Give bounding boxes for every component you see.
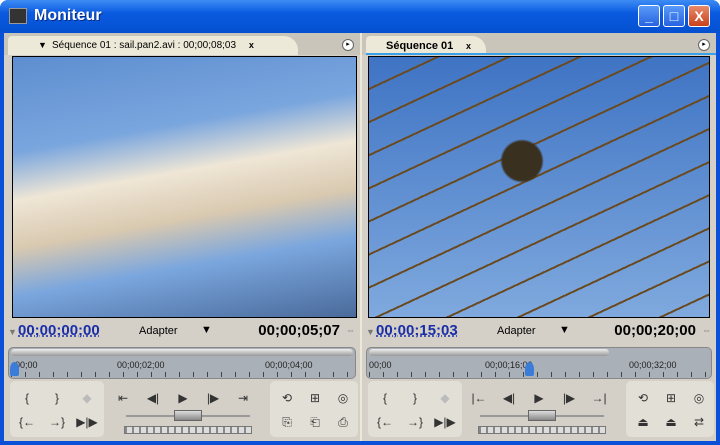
zoom-scroll-bar[interactable]	[11, 349, 353, 356]
source-video-frame	[12, 56, 357, 318]
maximize-button[interactable]: □	[663, 5, 685, 27]
step-forward-button[interactable]: |▶	[202, 389, 224, 407]
play-button[interactable]: ▶	[528, 389, 550, 407]
ruler-label: 00;00	[369, 360, 392, 370]
export-frame-button[interactable]: ⎙	[332, 413, 354, 431]
extract-button[interactable]: ⏏	[660, 413, 682, 431]
shuttle-knob[interactable]	[528, 410, 556, 421]
jog-wheel[interactable]	[478, 426, 606, 434]
panel-menu-button[interactable]: ▸	[342, 39, 354, 51]
close-tab-icon[interactable]: x	[249, 40, 254, 50]
goto-next-edit-button[interactable]: →|	[588, 389, 610, 407]
zoom-scroll-bar[interactable]	[369, 349, 609, 356]
fit-dropdown-icon[interactable]: ▼	[559, 324, 570, 336]
program-tab-bar: Séquence 01 x ▸	[362, 33, 716, 55]
source-fit-select[interactable]: Adapter	[139, 325, 178, 337]
source-tab-bar: ▼ Séquence 01 : sail.pan2.avi : 00;00;08…	[4, 33, 360, 55]
ruler-ticks	[369, 372, 709, 377]
app-icon	[9, 8, 27, 24]
minimize-button[interactable]: _	[638, 5, 660, 27]
ruler-ticks	[11, 372, 353, 377]
jog-wheel[interactable]	[124, 426, 252, 434]
monitor-window: Moniteur _ □ X ▼ Séquence 01 : sail.pan2…	[0, 0, 720, 445]
overlay-button[interactable]: ⎗	[304, 413, 326, 431]
program-tab-label: Séquence 01	[386, 40, 454, 52]
program-controls: { } ◆ {← →} ▶|▶ |← ◀| ▶ |▶ →| ⟲ ⊞ ◎ ⏏ ⏏ …	[366, 381, 714, 437]
panel-menu-button[interactable]: ▸	[698, 39, 710, 51]
step-forward-button[interactable]: |▶	[558, 389, 580, 407]
insert-button[interactable]: ⎘	[276, 413, 298, 431]
program-current-timecode[interactable]: 00;00;15;03	[376, 322, 458, 339]
goto-in-button[interactable]: {←	[374, 413, 396, 431]
monitor-client: ▼ Séquence 01 : sail.pan2.avi : 00;00;08…	[4, 33, 716, 441]
mark-out-button[interactable]: }	[46, 389, 68, 407]
goto-out-button[interactable]: →}	[46, 413, 68, 431]
program-time-ruler[interactable]: 00;00 00;00;16;00 00;00;32;00	[366, 347, 712, 379]
lift-button[interactable]: ⏏	[632, 413, 654, 431]
ruler-label: 00;00;04;00	[265, 360, 313, 370]
duration-icon: ⇔	[702, 325, 711, 335]
source-clip-dropdown-icon[interactable]: ▼	[38, 40, 47, 50]
program-video-frame	[368, 56, 710, 318]
goto-in-button[interactable]: {←	[16, 413, 38, 431]
step-to-out-button[interactable]: ⇥	[232, 389, 254, 407]
source-monitor: ▼ Séquence 01 : sail.pan2.avi : 00;00;08…	[4, 33, 360, 441]
loop-button[interactable]: ⟲	[276, 389, 298, 407]
window-title: Moniteur	[34, 7, 102, 24]
mark-out-button[interactable]: }	[404, 389, 426, 407]
safe-margins-button[interactable]: ⊞	[660, 389, 682, 407]
goto-previous-edit-button[interactable]: |←	[468, 389, 490, 407]
mark-in-button[interactable]: {	[16, 389, 38, 407]
source-duration-timecode: 00;00;05;07	[258, 322, 340, 339]
play-in-out-button[interactable]: ▶|▶	[76, 413, 98, 431]
ruler-label: 00;00;32;00	[629, 360, 677, 370]
title-bar[interactable]: Moniteur _ □ X	[0, 0, 720, 33]
shuttle-knob[interactable]	[174, 410, 202, 421]
set-marker-button[interactable]: ◆	[434, 389, 456, 407]
playhead[interactable]	[524, 362, 534, 376]
step-to-in-button[interactable]: ⇤	[112, 389, 134, 407]
loop-button[interactable]: ⟲	[632, 389, 654, 407]
marker-triangle-icon: ▼	[8, 327, 17, 337]
set-marker-button[interactable]: ◆	[76, 389, 98, 407]
step-back-button[interactable]: ◀|	[142, 389, 164, 407]
play-button[interactable]: ▶	[172, 389, 194, 407]
ruler-label: 00;00;02;00	[117, 360, 165, 370]
tab-source[interactable]: ▼ Séquence 01 : sail.pan2.avi : 00;00;08…	[8, 36, 298, 55]
program-fit-select[interactable]: Adapter	[497, 325, 536, 337]
play-in-out-button[interactable]: ▶|▶	[434, 413, 456, 431]
marker-triangle-icon: ▼	[366, 327, 375, 337]
safe-margins-button[interactable]: ⊞	[304, 389, 326, 407]
output-button[interactable]: ◎	[332, 389, 354, 407]
close-button[interactable]: X	[688, 5, 710, 27]
mark-in-button[interactable]: {	[374, 389, 396, 407]
program-duration-timecode: 00;00;20;00	[614, 322, 696, 339]
source-time-ruler[interactable]: 00;00 00;00;02;00 00;00;04;00	[8, 347, 356, 379]
trim-button[interactable]: ⇄	[688, 413, 710, 431]
step-back-button[interactable]: ◀|	[498, 389, 520, 407]
source-current-timecode[interactable]: 00;00;00;00	[18, 322, 100, 339]
duration-icon: ⇔	[346, 325, 355, 335]
fit-dropdown-icon[interactable]: ▼	[201, 324, 212, 336]
source-tab-label: Séquence 01 : sail.pan2.avi : 00;00;08;0…	[52, 40, 237, 51]
playhead[interactable]	[10, 362, 19, 376]
close-tab-icon[interactable]: x	[466, 41, 471, 51]
program-monitor: Séquence 01 x ▸ ▼ 00;00;15;03 Adapter ▼ …	[362, 33, 716, 441]
output-button[interactable]: ◎	[688, 389, 710, 407]
source-controls: { } ◆ {← →} ▶|▶ ⇤ ◀| ▶ |▶ ⇥ ⟲ ⊞ ◎ ⎘ ⎗ ⎙	[8, 381, 358, 437]
goto-out-button[interactable]: →}	[404, 413, 426, 431]
